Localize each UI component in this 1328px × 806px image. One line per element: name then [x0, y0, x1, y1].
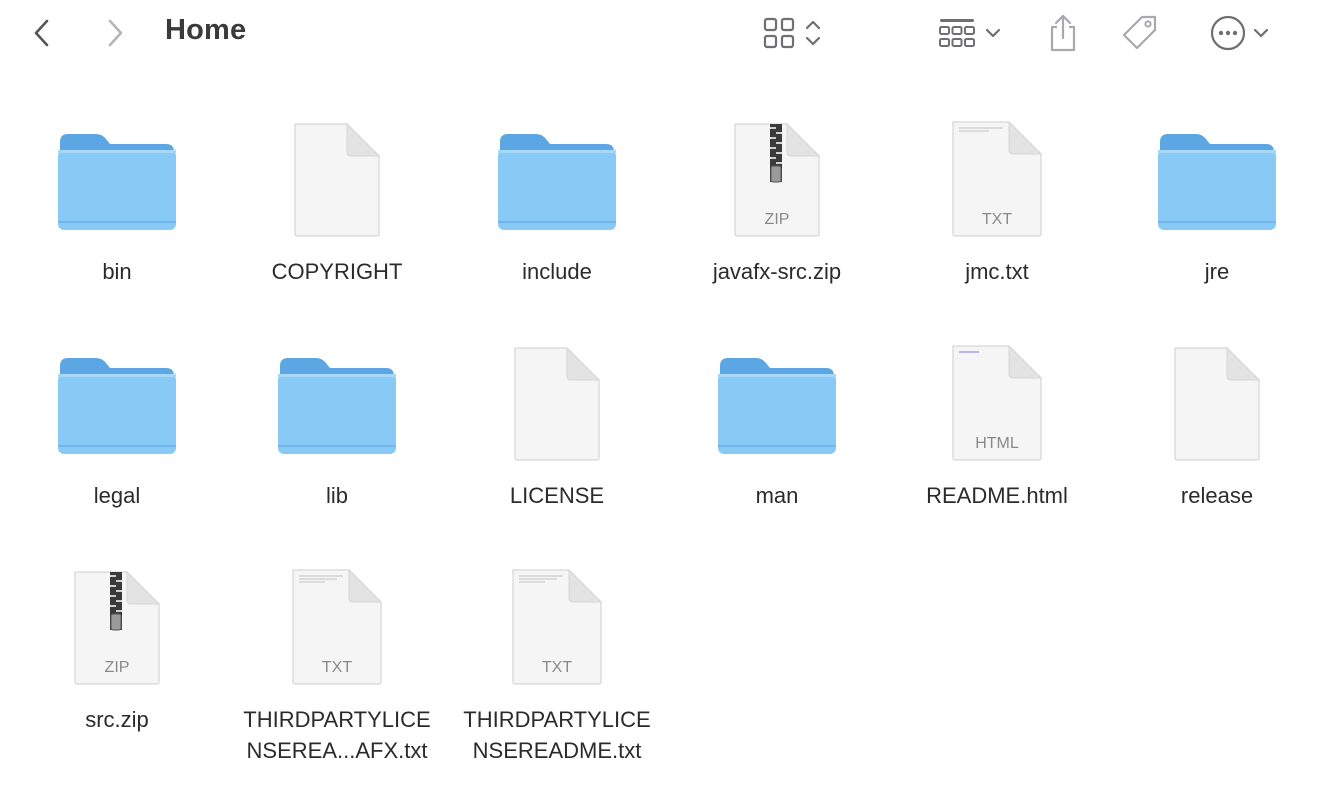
text-file-icon: TXT: [952, 120, 1043, 237]
zip-archive-icon: ZIP: [734, 122, 821, 237]
text-file-item[interactable]: TXT THIRDPARTYLICE NSEREADME.txt: [447, 558, 667, 768]
document-item[interactable]: release: [1107, 334, 1327, 514]
document-item[interactable]: LICENSE: [447, 334, 667, 514]
zip-item[interactable]: ZIP javafx-src.zip: [667, 110, 887, 290]
item-label: src.zip: [85, 707, 149, 732]
item-label: include: [522, 259, 592, 284]
text-file-icon: TXT: [292, 568, 383, 685]
html-file-item[interactable]: HTML README.html: [887, 334, 1107, 514]
item-label: release: [1180, 483, 1254, 508]
document-icon: [1174, 346, 1261, 461]
svg-text:ZIP: ZIP: [105, 659, 130, 676]
folder-icon: [1158, 134, 1276, 230]
zip-archive-icon: ZIP: [74, 570, 161, 685]
svg-text:TXT: TXT: [982, 211, 1012, 228]
svg-text:ZIP: ZIP: [765, 211, 790, 228]
folder-icon: [58, 358, 176, 454]
item-label: man: [755, 483, 799, 508]
folder-item[interactable]: bin: [7, 110, 227, 290]
item-label: lib: [325, 483, 348, 508]
svg-text:HTML: HTML: [975, 435, 1019, 452]
item-label: LICENSE: [509, 483, 605, 508]
folder-icon: [498, 134, 616, 230]
document-icon: [294, 122, 381, 237]
folder-item[interactable]: lib: [227, 334, 447, 514]
folder-item[interactable]: man: [667, 334, 887, 514]
text-file-item[interactable]: TXT THIRDPARTYLICE NSEREA...AFX.txt: [227, 558, 447, 768]
folder-icon: [58, 134, 176, 230]
item-label: README.html: [926, 483, 1068, 508]
document-icon: [514, 346, 601, 461]
item-label-line2: NSEREADME.txt: [472, 738, 642, 763]
item-label: jre: [1204, 259, 1230, 284]
document-item[interactable]: COPYRIGHT: [227, 110, 447, 290]
html-file-icon: HTML: [952, 344, 1043, 461]
text-file-item[interactable]: TXT jmc.txt: [887, 110, 1107, 290]
folder-icon: [278, 358, 396, 454]
item-label: legal: [93, 483, 141, 508]
folder-icon: [718, 358, 836, 454]
item-label-line1: THIRDPARTYLICE: [463, 707, 651, 732]
zip-item[interactable]: ZIP src.zip: [7, 558, 227, 738]
folder-item[interactable]: jre: [1107, 110, 1327, 290]
folder-item[interactable]: legal: [7, 334, 227, 514]
file-grid: bin COPYRIGHT include ZIP javafx-src.zip: [0, 0, 1328, 806]
text-file-icon: TXT: [512, 568, 603, 685]
item-label-line2: NSEREA...AFX.txt: [246, 738, 428, 763]
svg-text:TXT: TXT: [542, 659, 572, 676]
item-label-line1: THIRDPARTYLICE: [243, 707, 431, 732]
item-label: jmc.txt: [965, 259, 1029, 284]
item-label: bin: [102, 259, 132, 284]
item-label: COPYRIGHT: [271, 259, 403, 284]
item-label: javafx-src.zip: [712, 259, 842, 284]
svg-text:TXT: TXT: [322, 659, 352, 676]
folder-item[interactable]: include: [447, 110, 667, 290]
